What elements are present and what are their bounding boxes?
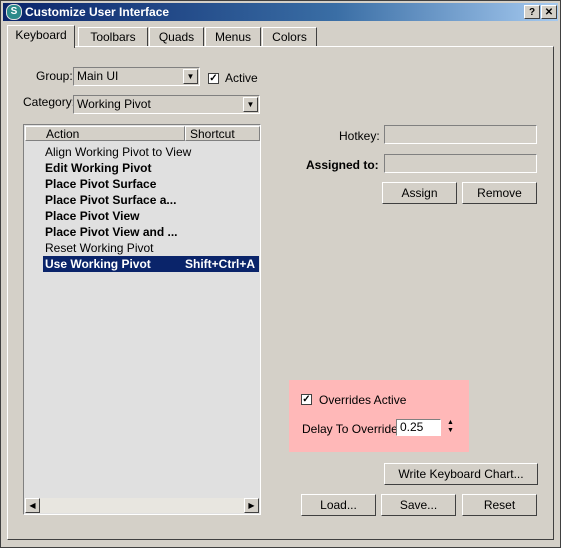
up-down-spinner-icon[interactable]: ▲ ▼ xyxy=(444,419,457,436)
help-button[interactable]: ? xyxy=(524,5,540,19)
action-name: Use Working Pivot xyxy=(45,257,151,271)
column-header-shortcut[interactable]: Shortcut xyxy=(185,126,260,141)
action-name: Reset Working Pivot xyxy=(45,241,154,255)
load-button[interactable]: Load... xyxy=(301,494,376,516)
tab-menus[interactable]: Menus xyxy=(205,27,261,47)
group-dropdown[interactable]: Main UI ▼ xyxy=(73,67,200,86)
tab-keyboard[interactable]: Keyboard xyxy=(7,25,75,48)
chevron-down-icon[interactable]: ▼ xyxy=(243,97,258,112)
group-value: Main UI xyxy=(77,69,119,83)
hotkey-label: Hotkey: xyxy=(339,129,380,143)
list-item[interactable]: Align Working Pivot to View xyxy=(43,144,259,160)
close-button[interactable]: ✕ xyxy=(541,5,557,19)
list-item[interactable]: Place Pivot View xyxy=(43,208,259,224)
list-item[interactable]: Reset Working Pivot xyxy=(43,240,259,256)
column-header-action[interactable]: Action xyxy=(25,126,185,141)
group-label: Group: xyxy=(36,69,73,83)
category-dropdown[interactable]: Working Pivot ▼ xyxy=(73,95,260,114)
tab-colors[interactable]: Colors xyxy=(262,27,317,47)
chevron-down-icon[interactable]: ▼ xyxy=(183,69,198,84)
action-name: Place Pivot Surface xyxy=(45,177,157,191)
tab-toolbars[interactable]: Toolbars xyxy=(78,27,148,47)
save-button[interactable]: Save... xyxy=(381,494,456,516)
list-item[interactable]: Place Pivot View and ... xyxy=(43,224,259,240)
active-label: Active xyxy=(225,71,258,85)
window-title: Customize User Interface xyxy=(25,5,170,19)
list-item-selected[interactable]: Use Working Pivot Shift+Ctrl+A xyxy=(43,256,259,272)
overrides-active-label: Overrides Active xyxy=(319,393,407,407)
category-label: Category: xyxy=(23,95,76,109)
checkmark-icon: ✓ xyxy=(209,73,218,84)
title-bar[interactable]: S Customize User Interface ? ✕ xyxy=(3,3,558,21)
action-name: Edit Working Pivot xyxy=(45,161,152,175)
action-list[interactable]: Action Shortcut Align Working Pivot to V… xyxy=(23,124,261,515)
action-name: Place Pivot View xyxy=(45,209,140,223)
action-name: Place Pivot Surface a... xyxy=(45,193,177,207)
delay-input[interactable]: 0.25 xyxy=(396,419,441,436)
assigned-to-label: Assigned to: xyxy=(306,158,379,172)
horizontal-scrollbar[interactable]: ◀ ▶ xyxy=(25,498,259,513)
customize-ui-window: S Customize User Interface ? ✕ Keyboard … xyxy=(0,0,561,548)
action-shortcut: Shift+Ctrl+A xyxy=(184,257,255,271)
app-logo-icon: S xyxy=(6,4,22,20)
write-keyboard-chart-button[interactable]: Write Keyboard Chart... xyxy=(384,463,538,485)
category-value: Working Pivot xyxy=(77,97,151,111)
assign-button[interactable]: Assign xyxy=(382,182,457,204)
left-triangle-icon[interactable]: ◀ xyxy=(25,498,40,513)
list-item[interactable]: Edit Working Pivot xyxy=(43,160,259,176)
assigned-to-field xyxy=(384,154,537,173)
remove-button[interactable]: Remove xyxy=(462,182,537,204)
right-triangle-icon[interactable]: ▶ xyxy=(244,498,259,513)
reset-button[interactable]: Reset xyxy=(462,494,537,516)
hotkey-field[interactable] xyxy=(384,125,537,144)
action-name: Align Working Pivot to View xyxy=(45,145,192,159)
delay-value: 0.25 xyxy=(400,420,424,434)
overrides-group xyxy=(289,380,469,452)
active-checkbox[interactable]: ✓ xyxy=(208,73,219,84)
checkmark-icon: ✓ xyxy=(302,394,311,405)
action-name: Place Pivot View and ... xyxy=(45,225,178,239)
tab-quads[interactable]: Quads xyxy=(149,27,204,47)
delay-to-override-label: Delay To Override: xyxy=(302,422,402,436)
list-item[interactable]: Place Pivot Surface a... xyxy=(43,192,259,208)
overrides-active-checkbox[interactable]: ✓ xyxy=(301,394,312,405)
list-item[interactable]: Place Pivot Surface xyxy=(43,176,259,192)
